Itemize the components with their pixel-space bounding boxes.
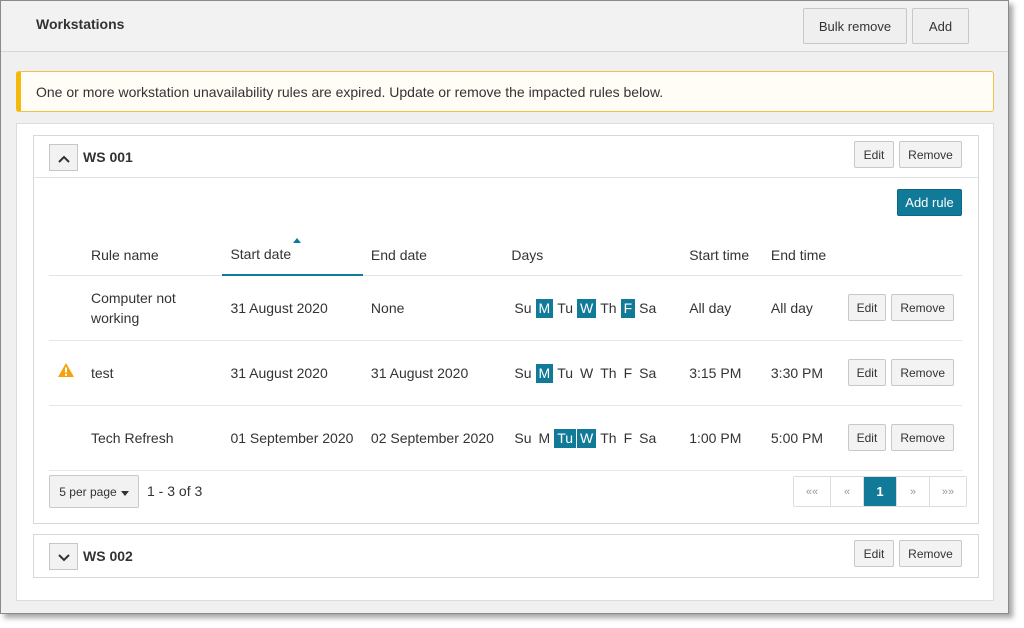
days-cell: Su M Tu W Th F Sa	[503, 340, 682, 406]
next-page-button[interactable]: »	[897, 477, 930, 506]
day-badge: Sa	[639, 299, 657, 316]
last-page-button[interactable]: »»	[930, 477, 966, 506]
row-actions: Edit Remove	[839, 405, 962, 471]
day-badge: Su	[514, 299, 532, 316]
edit-workstation-button[interactable]: Edit	[854, 141, 894, 168]
day-badge: Tu	[554, 428, 577, 448]
day-badge: Th	[600, 429, 617, 446]
edit-rule-button[interactable]: Edit	[847, 424, 887, 451]
previous-page-button[interactable]: «	[831, 477, 864, 506]
day-badge: Su	[514, 364, 532, 381]
column-header-start-time[interactable]: Start time	[681, 223, 763, 276]
column-header-start-date[interactable]: Start date	[222, 223, 363, 276]
page-header: Workstations Bulk remove Add	[1, 1, 1008, 52]
panel-header: WS 001 Edit Remove	[34, 136, 978, 178]
add-rule-button[interactable]: Add rule	[897, 189, 962, 216]
row-status	[49, 340, 83, 406]
day-badge: F	[623, 364, 633, 381]
table-header-row: Rule name Start date End date Days Start…	[49, 223, 962, 276]
page-title: Workstations	[36, 16, 125, 32]
collapse-toggle-button[interactable]	[49, 144, 78, 171]
column-header-rule-name[interactable]: Rule name	[83, 223, 223, 276]
workstation-list: WS 001 Edit Remove Add rule Rule name St…	[16, 123, 994, 601]
day-badge: W	[577, 298, 597, 318]
end-date-cell: 02 September 2020	[362, 405, 504, 471]
table-row: Tech Refresh 01 September 2020 02 Septem…	[49, 405, 962, 471]
workstation-name: WS 002	[83, 548, 133, 564]
workstation-panel-ws002: WS 002 Edit Remove	[33, 534, 979, 578]
column-header-actions	[839, 223, 962, 276]
sort-ascending-icon	[293, 238, 302, 243]
edit-rule-button[interactable]: Edit	[847, 294, 887, 321]
caret-down-icon	[120, 485, 129, 499]
column-header-days[interactable]: Days	[503, 223, 682, 276]
day-badge: Sa	[639, 429, 657, 446]
edit-rule-button[interactable]: Edit	[847, 359, 887, 386]
pagination: «« « 1 » »»	[793, 476, 967, 507]
rule-name-cell: Computer not working	[83, 275, 223, 341]
day-badge: Th	[600, 299, 617, 316]
days-cell: Su M Tu W Th F Sa	[503, 275, 682, 341]
start-date-cell: 31 August 2020	[222, 275, 363, 341]
end-time-cell: All day	[762, 275, 840, 341]
row-status	[49, 275, 83, 341]
row-actions: Edit Remove	[839, 275, 962, 341]
expand-toggle-button[interactable]	[49, 543, 78, 570]
start-time-cell: 1:00 PM	[681, 405, 763, 471]
table-row: Computer not working 31 August 2020 None…	[49, 275, 962, 341]
end-date-cell: None	[362, 275, 504, 341]
day-badge: Tu	[557, 299, 574, 316]
chevron-down-icon	[57, 549, 70, 565]
row-status	[49, 405, 83, 471]
bulk-remove-button[interactable]: Bulk remove	[803, 8, 907, 44]
day-badge: M	[535, 363, 554, 383]
end-time-cell: 5:00 PM	[762, 405, 840, 471]
warning-icon	[57, 363, 75, 381]
end-date-cell: 31 August 2020	[362, 340, 504, 406]
day-badge: Th	[600, 364, 617, 381]
panel-header: WS 002 Edit Remove	[34, 535, 978, 577]
rules-table: Rule name Start date End date Days Start…	[49, 223, 962, 471]
day-badge: F	[623, 429, 633, 446]
alert-message: One or more workstation unavailability r…	[36, 84, 664, 100]
remove-rule-button[interactable]: Remove	[891, 424, 954, 451]
remove-rule-button[interactable]: Remove	[891, 294, 954, 321]
start-time-cell: 3:15 PM	[681, 340, 763, 406]
remove-workstation-button[interactable]: Remove	[899, 540, 962, 567]
column-header-end-date[interactable]: End date	[362, 223, 504, 276]
day-badge: W	[580, 364, 594, 381]
add-button[interactable]: Add	[912, 8, 969, 44]
workstation-panel-ws001: WS 001 Edit Remove Add rule Rule name St…	[33, 135, 979, 524]
column-header-status	[49, 223, 83, 276]
expired-rules-alert: One or more workstation unavailability r…	[16, 71, 994, 112]
day-badge: Tu	[557, 364, 574, 381]
table-row: test 31 August 2020 31 August 2020 Su M Tu…	[49, 340, 962, 406]
chevron-up-icon	[57, 150, 70, 166]
column-header-end-time[interactable]: End time	[762, 223, 840, 276]
per-page-value: 5 per page	[59, 484, 117, 499]
pagination-range: 1 - 3 of 3	[147, 483, 203, 499]
workstation-name: WS 001	[83, 149, 133, 165]
day-badge: F	[620, 298, 636, 318]
days-cell: Su M Tu W Th F Sa	[503, 405, 682, 471]
day-badge: Sa	[639, 364, 657, 381]
day-badge: W	[577, 428, 597, 448]
day-badge: M	[535, 298, 554, 318]
rule-name-cell: test	[83, 340, 223, 406]
app-window: Workstations Bulk remove Add One or more…	[0, 0, 1009, 614]
page-1-button[interactable]: 1	[864, 477, 897, 506]
edit-workstation-button[interactable]: Edit	[854, 540, 894, 567]
rule-name-cell: Tech Refresh	[83, 405, 223, 471]
row-actions: Edit Remove	[839, 340, 962, 406]
start-date-cell: 01 September 2020	[222, 405, 363, 471]
day-badge: Su	[514, 429, 532, 446]
remove-workstation-button[interactable]: Remove	[899, 141, 962, 168]
day-badge: M	[538, 429, 551, 446]
end-time-cell: 3:30 PM	[762, 340, 840, 406]
remove-rule-button[interactable]: Remove	[891, 359, 954, 386]
start-date-cell: 31 August 2020	[222, 340, 363, 406]
per-page-select[interactable]: 5 per page	[49, 475, 139, 508]
first-page-button[interactable]: ««	[794, 477, 831, 506]
start-time-cell: All day	[681, 275, 763, 341]
